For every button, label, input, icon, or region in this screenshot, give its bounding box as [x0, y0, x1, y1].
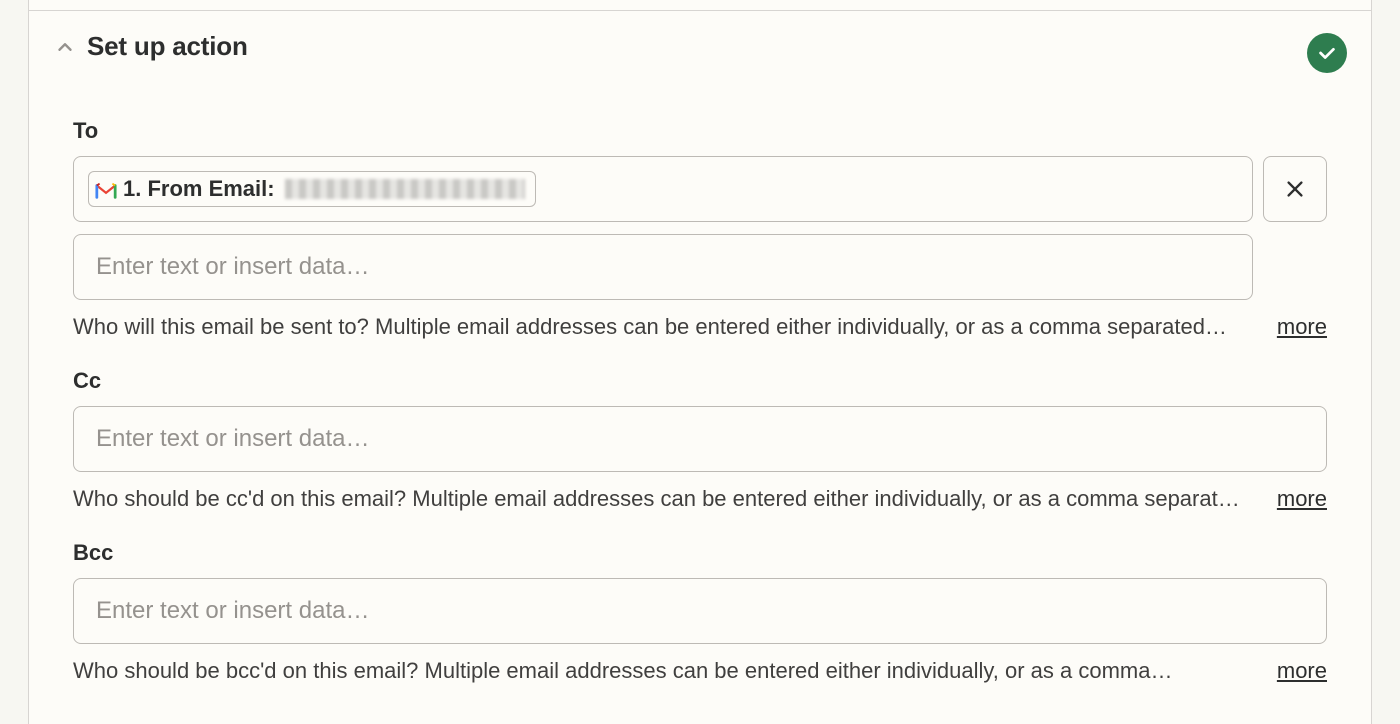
action-setup-card: Set up action To: [28, 0, 1372, 724]
section-header: Set up action: [29, 11, 1371, 62]
bcc-more-link[interactable]: more: [1277, 658, 1327, 684]
field-cc: Cc Who should be cc'd on this email? Mul…: [73, 368, 1327, 512]
cc-more-link[interactable]: more: [1277, 486, 1327, 512]
to-text-input[interactable]: [73, 234, 1253, 300]
bcc-label: Bcc: [73, 540, 1327, 566]
to-pill-label: 1. From Email:: [123, 176, 275, 202]
to-label: To: [73, 118, 1327, 144]
collapse-icon[interactable]: [53, 35, 77, 59]
status-complete-icon: [1307, 33, 1347, 73]
cc-label: Cc: [73, 368, 1327, 394]
bcc-text-input[interactable]: [73, 578, 1327, 644]
to-data-pill[interactable]: 1. From Email:: [88, 171, 536, 207]
cc-help-text: Who should be cc'd on this email? Multip…: [73, 486, 1257, 512]
gmail-icon: [95, 180, 117, 198]
to-more-link[interactable]: more: [1277, 314, 1327, 340]
to-pill-container[interactable]: 1. From Email:: [73, 156, 1253, 222]
to-clear-button[interactable]: [1263, 156, 1327, 222]
bcc-help-text: Who should be bcc'd on this email? Multi…: [73, 658, 1257, 684]
field-bcc: Bcc Who should be bcc'd on this email? M…: [73, 540, 1327, 684]
field-to: To: [73, 118, 1327, 340]
to-help-text: Who will this email be sent to? Multiple…: [73, 314, 1257, 340]
form-body: To: [29, 62, 1371, 684]
cc-text-input[interactable]: [73, 406, 1327, 472]
section-title: Set up action: [87, 31, 248, 62]
to-pill-value-redacted: [285, 179, 525, 199]
